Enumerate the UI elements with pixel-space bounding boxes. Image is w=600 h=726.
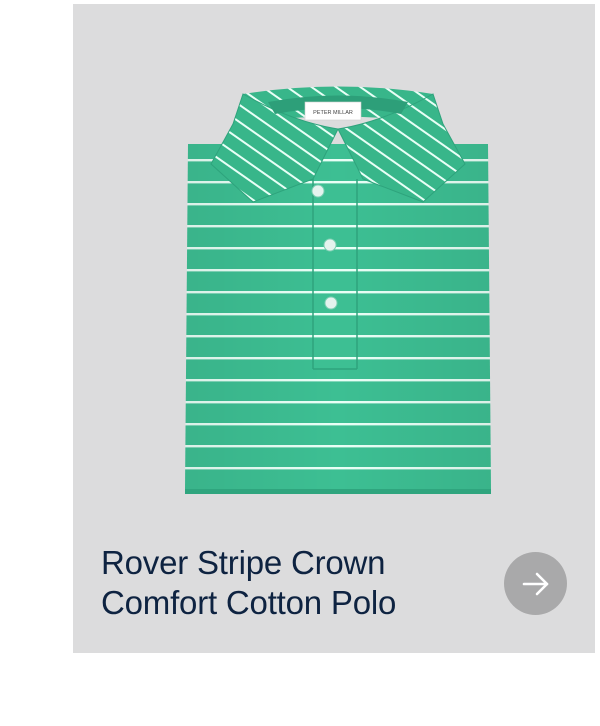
arrow-right-icon [522,572,548,595]
product-title[interactable]: Rover Stripe Crown Comfort Cotton Polo [101,543,461,623]
next-arrow-button[interactable] [504,552,567,615]
polo-placket [312,179,358,370]
product-title-line-2: Comfort Cotton Polo [101,584,397,621]
product-image[interactable]: PETER MILLAR [173,84,503,504]
brand-tag-text: PETER MILLAR [313,110,353,116]
product-title-line-1: Rover Stripe Crown [101,544,386,581]
brand-tag: PETER MILLAR [304,101,362,121]
product-card[interactable]: PETER MILLAR Rover Stripe Crown Comfort … [73,4,595,653]
